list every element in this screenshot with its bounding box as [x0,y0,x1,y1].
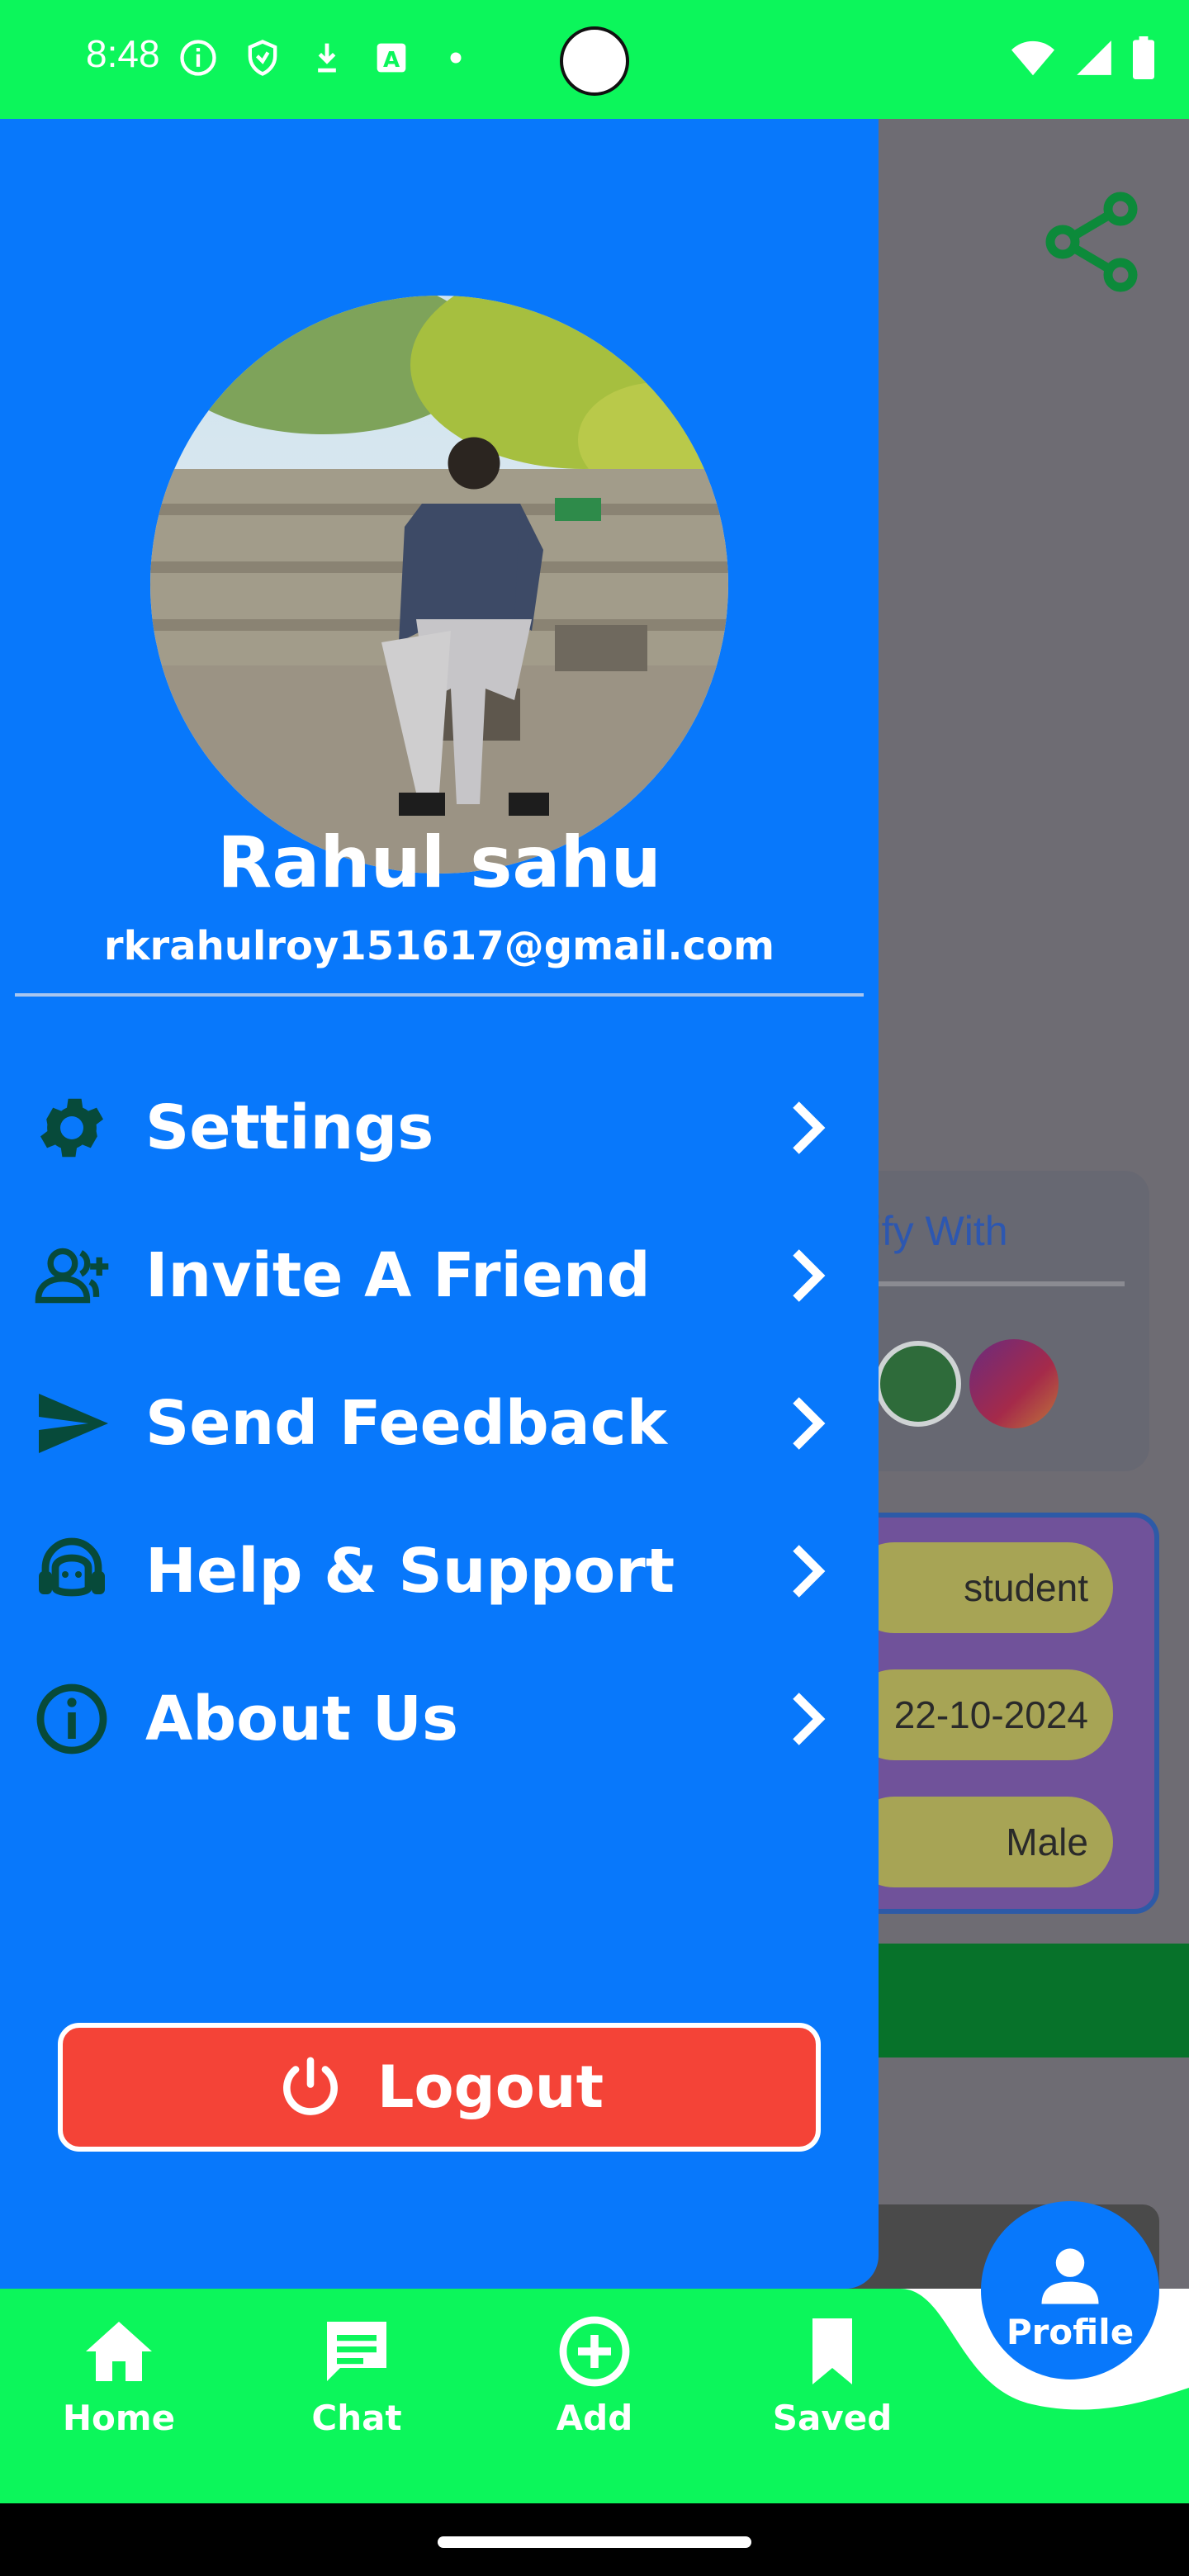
occupation-value: student [849,1542,1113,1633]
home-gesture-handle[interactable] [438,2536,751,2548]
nav-label-add: Add [556,2398,633,2438]
chat-icon [327,2322,386,2381]
menu-label-settings: Settings [145,1092,434,1163]
battery-icon [1133,36,1154,79]
add-circle-icon [559,2316,630,2387]
svg-text:A: A [383,48,400,73]
verify-heading: rify With [859,1208,1008,1254]
power-icon [282,2057,338,2115]
logout-button[interactable]: Logout [58,2023,821,2152]
menu-item-send-feedback[interactable]: Send Feedback [0,1361,879,1485]
bookmark-icon [812,2318,852,2384]
headset-icon [26,1526,117,1617]
status-time: 8:48 [86,32,160,75]
nav-label-home: Home [62,2398,176,2438]
user-name: Rahul sahu [217,822,661,904]
person-icon [1041,2247,1099,2304]
logout-label: Logout [377,2053,604,2121]
verify-divider [859,1281,1125,1286]
menu-label-about-us: About Us [145,1683,459,1754]
status-left-icons: A [177,36,477,79]
info-circle-icon [180,40,216,76]
nav-label-saved: Saved [772,2398,893,2438]
user-email: rkrahulroy151617@gmail.com [103,923,775,969]
status-right-icons [1009,36,1156,79]
download-arrow-icon [318,43,336,73]
whatsapp-icon[interactable] [875,1341,961,1427]
drawer-divider [15,993,864,997]
menu-label-help-support: Help & Support [145,1536,675,1607]
nav-chat[interactable]: Chat [274,2312,439,2438]
home-icon [86,2322,152,2381]
instagram-icon[interactable] [969,1339,1059,1428]
nav-profile[interactable]: Profile [981,2201,1159,2379]
avatar[interactable] [150,296,728,874]
date-value: 22-10-2024 [849,1669,1113,1760]
nav-label-chat: Chat [311,2398,402,2438]
chevron-right-icon [793,1693,826,1745]
gear-icon [26,1082,117,1173]
chevron-right-icon [793,1249,826,1302]
menu-item-invite-friend[interactable]: Invite A Friend [0,1214,879,1338]
nav-add[interactable]: Add [512,2312,677,2438]
gender-value: Male [849,1797,1113,1887]
send-icon [26,1378,117,1469]
shield-icon [248,40,277,76]
navigation-drawer: Rahul sahu rkrahulroy151617@gmail.com Se… [0,119,879,2289]
add-user-icon [26,1230,117,1321]
nav-home[interactable]: Home [36,2312,201,2438]
share-icon[interactable] [1042,188,1141,296]
keyboard-a-icon: A [377,43,406,73]
info-icon [26,1674,117,1764]
menu-item-about-us[interactable]: About Us [0,1657,879,1781]
chevron-right-icon [793,1397,826,1450]
nav-label-profile: Profile [1006,2311,1135,2352]
dot-icon [450,52,462,64]
chevron-right-icon [793,1545,826,1598]
action-bar[interactable] [826,1944,1189,2057]
menu-item-help-support[interactable]: Help & Support [0,1509,879,1633]
menu-label-invite-friend: Invite A Friend [145,1240,651,1311]
chevron-right-icon [793,1101,826,1154]
signal-icon [1077,40,1111,75]
nav-saved[interactable]: Saved [750,2312,915,2438]
menu-item-settings[interactable]: Settings [0,1066,879,1190]
wifi-icon [1011,40,1054,76]
camera-cutout [560,26,629,96]
menu-label-send-feedback: Send Feedback [145,1388,667,1459]
